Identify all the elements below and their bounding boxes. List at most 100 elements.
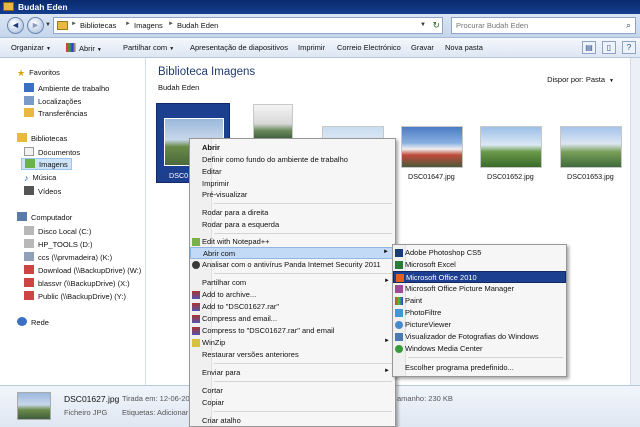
breadcrumb-separator-icon[interactable]: ► [125, 21, 131, 27]
sidebar-favorites[interactable]: ★ Favoritos [17, 68, 60, 78]
open-with-photoshop[interactable]: Adobe Photoshop CS5 [393, 247, 566, 259]
open-with-excel[interactable]: Microsoft Excel [393, 259, 566, 271]
search-icon[interactable]: ⌕ [626, 20, 631, 31]
share-with-button[interactable]: Partilhar com ▼ [123, 43, 174, 52]
sidebar-item-documents[interactable]: Documentos [24, 147, 80, 157]
sidebar-item-music[interactable]: ♪ Música [24, 173, 56, 183]
help-icon[interactable]: ? [622, 41, 636, 54]
photo-thumbnail[interactable] [560, 126, 622, 168]
menu-separator [214, 233, 392, 234]
details-date-taken: Tirada em: 12-06-20 [122, 394, 190, 403]
forward-button[interactable]: ► [27, 17, 44, 34]
menu-item-rotate-right[interactable]: Rodar para a direita [190, 207, 395, 219]
email-button[interactable]: Correio Electrónico [337, 43, 401, 52]
submenu-arrow-icon: ► [383, 249, 389, 255]
back-button[interactable]: ◄ [7, 17, 24, 34]
sidebar-item-downloads[interactable]: Transferências [24, 108, 87, 118]
arrange-value[interactable]: Pasta [586, 75, 605, 84]
open-with-paint[interactable]: Paint [393, 295, 566, 307]
menu-item-winzip[interactable]: WinZip ► [190, 337, 395, 349]
sidebar-item-drive-y[interactable]: Public (\\BackupDrive) (Y:) [24, 291, 126, 301]
sidebar-item-images[interactable]: Imagens [21, 158, 72, 170]
open-with-pictureviewer[interactable]: PictureViewer [393, 319, 566, 331]
file-name[interactable]: DSC01652.jpg [487, 172, 534, 181]
open-with-choose-default[interactable]: Escolher programa predefinido... [393, 362, 566, 374]
menu-item-open-with[interactable]: Abrir com ► [190, 247, 395, 259]
open-button[interactable]: Abrir ▼ [66, 43, 102, 53]
breadcrumb-budah-eden[interactable]: Budah Eden [177, 21, 218, 30]
menu-item-preview[interactable]: Pré-visualizar [190, 189, 395, 201]
menu-item-edit[interactable]: Editar [190, 166, 395, 178]
menu-item-send-to[interactable]: Enviar para ► [190, 367, 395, 379]
breadcrumb[interactable]: ► Bibliotecas ► Imagens ► Budah Eden ▼ ↻ [53, 17, 443, 34]
preview-pane-icon[interactable]: ▯ [602, 41, 616, 54]
menu-separator [408, 357, 563, 358]
menu-item-panda-scan[interactable]: Analisar com o antivírus Panda Internet … [190, 259, 395, 271]
refresh-icon[interactable]: ↻ [432, 20, 440, 31]
open-with-picture-manager[interactable]: Microsoft Office Picture Manager [393, 283, 566, 295]
photo-thumbnail[interactable] [480, 126, 542, 168]
breadcrumb-separator-icon[interactable]: ► [168, 21, 174, 27]
menu-item-restore-previous[interactable]: Restaurar versões anteriores [190, 349, 395, 361]
change-view-icon[interactable]: ▤ [582, 41, 596, 54]
search-box[interactable]: ⌕ [451, 17, 636, 34]
vertical-scrollbar[interactable] [630, 58, 640, 385]
open-with-media-center[interactable]: Windows Media Center [393, 343, 566, 355]
file-name[interactable]: DSC01647.jpg [408, 172, 455, 181]
sidebar-item-drive-d[interactable]: HP_TOOLS (D:) [24, 239, 92, 249]
open-with-windows-photo-viewer[interactable]: Visualizador de Fotografias do Windows [393, 331, 566, 343]
address-dropdown-icon[interactable]: ▼ [420, 22, 426, 28]
sidebar-libraries[interactable]: Bibliotecas [17, 133, 67, 143]
music-note-icon: ♪ [24, 173, 29, 183]
photoshop-icon [395, 249, 403, 257]
details-tags[interactable]: Etiquetas: Adicionar [122, 408, 188, 417]
search-input[interactable] [452, 18, 612, 33]
organize-button[interactable]: Organizar ▼ [11, 43, 51, 52]
breadcrumb-imagens[interactable]: Imagens [134, 21, 163, 30]
chevron-down-icon[interactable]: ▼ [609, 78, 614, 84]
command-bar: Organizar ▼ Abrir ▼ Partilhar com ▼ Apresen… [0, 38, 640, 58]
menu-item-cut[interactable]: Cortar [190, 385, 395, 397]
print-button[interactable]: Imprimir [298, 43, 325, 52]
menu-item-rotate-left[interactable]: Rodar para a esquerda [190, 219, 395, 231]
sidebar-item-drive-w[interactable]: Download (\\BackupDrive) (W:) [24, 265, 141, 275]
sidebar-item-videos[interactable]: Vídeos [24, 186, 61, 196]
sidebar-network[interactable]: Rede [17, 317, 49, 327]
menu-item-add-to-rar[interactable]: Add to "DSC01627.rar" [190, 301, 395, 313]
menu-item-compress-rar-email[interactable]: Compress to "DSC01627.rar" and email [190, 325, 395, 337]
menu-separator [214, 411, 392, 412]
photofiltre-icon [395, 309, 403, 317]
open-with-photofiltre[interactable]: PhotoFiltre [393, 307, 566, 319]
submenu-arrow-icon: ► [384, 338, 390, 344]
breadcrumb-bibliotecas[interactable]: Bibliotecas [80, 21, 116, 30]
sidebar-item-drive-c[interactable]: Disco Local (C:) [24, 226, 91, 236]
menu-item-share-with[interactable]: Partilhar com ► [190, 277, 395, 289]
photo-viewer-icon [395, 333, 403, 341]
folder-icon [57, 21, 68, 30]
arrange-by[interactable]: Dispor por: Pasta ▼ [547, 75, 614, 84]
photo-thumbnail[interactable] [401, 126, 463, 168]
media-center-icon [395, 345, 403, 353]
sidebar-item-drive-x[interactable]: blassvr (\\BackupDrive) (X:) [24, 278, 130, 288]
menu-item-create-shortcut[interactable]: Criar atalho [190, 415, 395, 427]
menu-item-copy[interactable]: Copiar [190, 397, 395, 409]
slideshow-button[interactable]: Apresentação de diapositivos [190, 43, 288, 52]
recent-pages-chevron-icon[interactable]: ▼ [45, 22, 51, 28]
menu-item-add-to-archive[interactable]: Add to archive... [190, 289, 395, 301]
menu-item-compress-email[interactable]: Compress and email... [190, 313, 395, 325]
new-folder-button[interactable]: Nova pasta [445, 43, 483, 52]
sidebar-item-drive-k[interactable]: ccs (\\prvmadeira) (K:) [24, 252, 112, 262]
open-with-submenu: Adobe Photoshop CS5 Microsoft Excel Micr… [392, 244, 567, 377]
burn-button[interactable]: Gravar [411, 43, 434, 52]
open-with-office-2010[interactable]: Microsoft Office 2010 [393, 271, 566, 283]
sidebar-item-desktop[interactable]: Ambiente de trabalho [24, 83, 109, 93]
sidebar-computer[interactable]: Computador [17, 212, 72, 222]
menu-item-set-desktop-background[interactable]: Definir como fundo do ambiente de trabal… [190, 154, 395, 166]
menu-item-open[interactable]: Abrir [190, 142, 395, 154]
details-filetype: Ficheiro JPG [64, 408, 108, 417]
breadcrumb-separator-icon[interactable]: ► [71, 21, 77, 27]
photo-thumbnail[interactable] [253, 104, 293, 140]
sidebar-item-recent-places[interactable]: Localizações [24, 96, 81, 106]
window-title-bar[interactable]: Budah Eden [0, 0, 640, 14]
file-name[interactable]: DSC01653.jpg [567, 172, 614, 181]
